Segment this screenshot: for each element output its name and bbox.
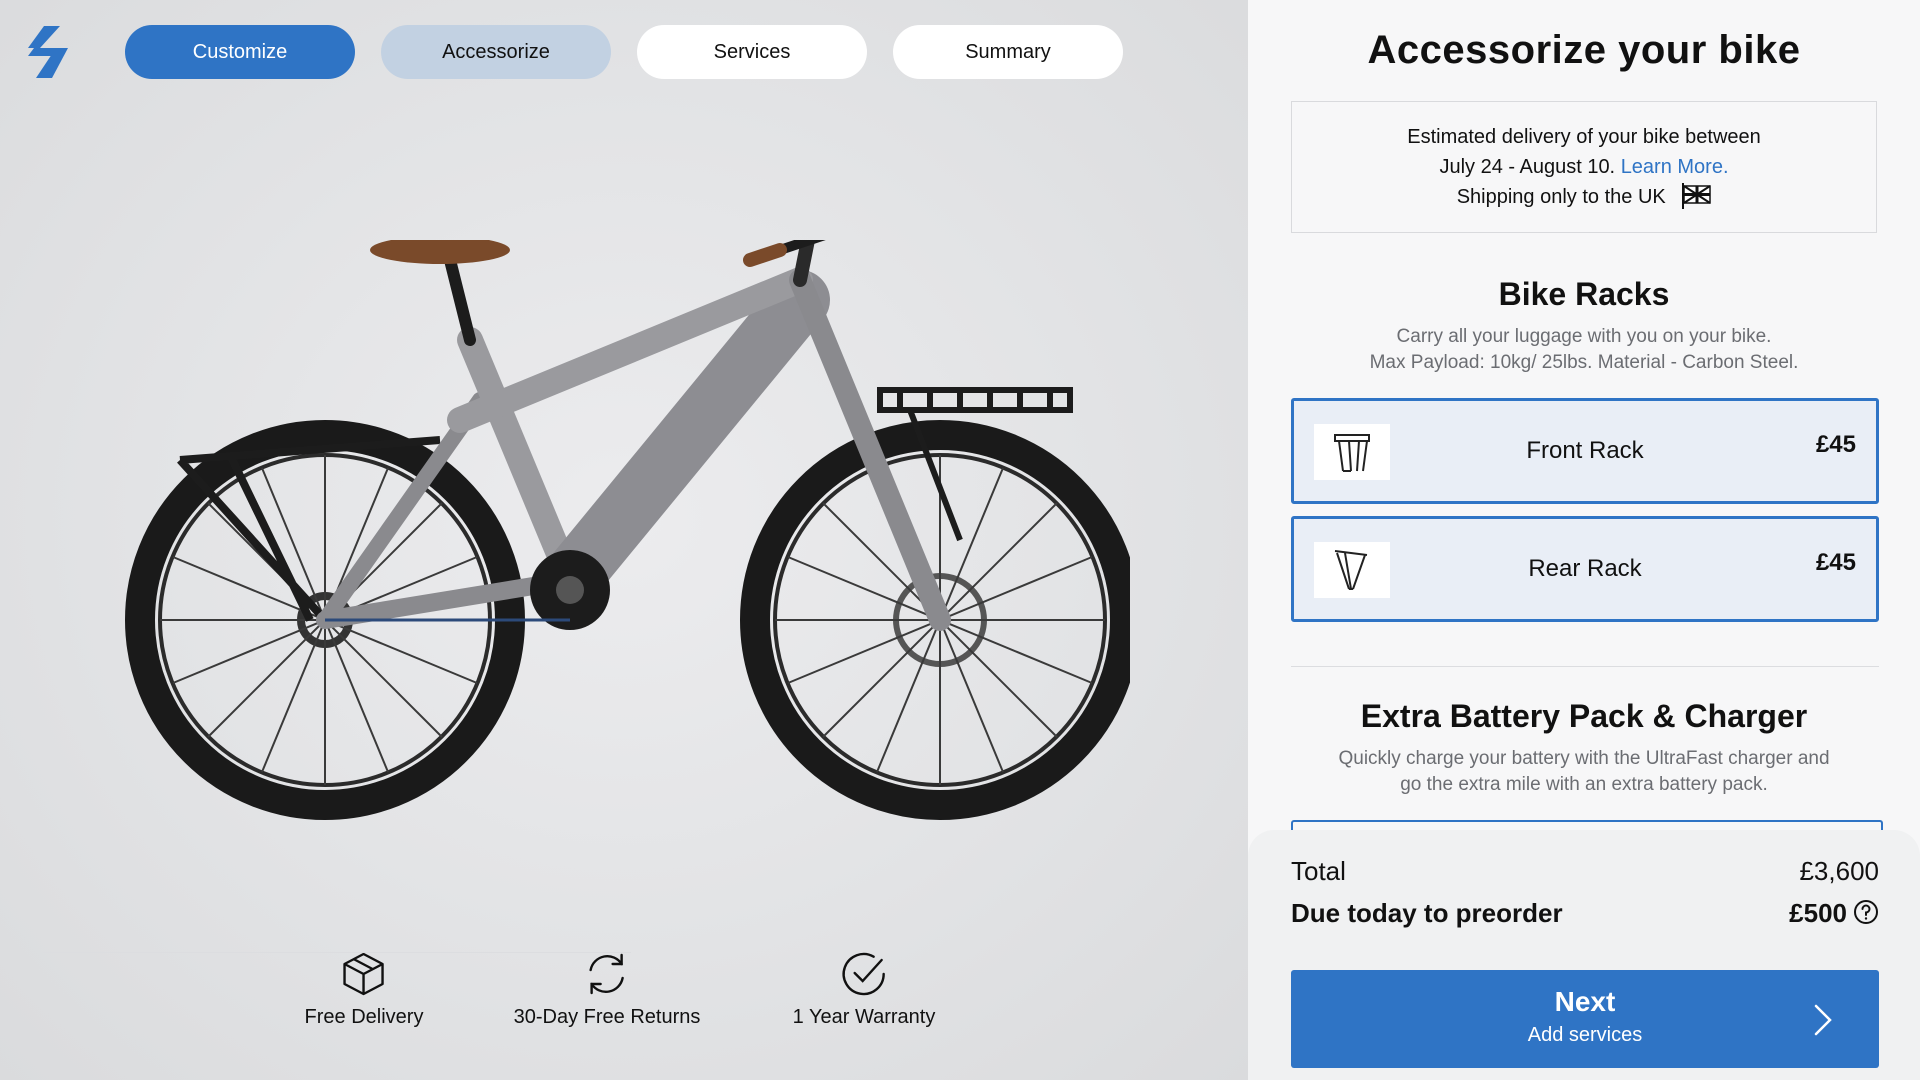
- learn-more-link[interactable]: Learn More.: [1621, 156, 1729, 178]
- total-label: Total: [1291, 856, 1346, 886]
- step-accessorize[interactable]: Accessorize: [381, 25, 611, 79]
- due-today-label: Due today to preorder: [1291, 898, 1563, 928]
- delivery-line-3: Shipping only to the UK: [1292, 182, 1876, 212]
- summary-divider: [43, 952, 631, 953]
- chevron-right-icon: [1814, 1004, 1832, 1036]
- step-services[interactable]: Services: [637, 25, 867, 79]
- perk-label: 30-Day Free Returns: [513, 1006, 701, 1028]
- perk-warranty: 1 Year Warranty: [792, 950, 936, 1029]
- battery-section-title: Extra Battery Pack & Charger: [1360, 698, 1808, 734]
- perk-free-returns: 30-Day Free Returns: [513, 950, 701, 1029]
- rack-name: Rear Rack: [1528, 555, 1642, 582]
- bike-preview-stage: Customize Accessorize Services Summary F…: [0, 0, 1248, 1080]
- due-today-value: £500: [1789, 898, 1847, 928]
- racks-desc-line-1: Carry all your luggage with you on your …: [1396, 326, 1772, 347]
- rack-price: £45: [1815, 431, 1856, 458]
- due-today-row: Due today to preorder £500: [1291, 898, 1879, 929]
- rack-price: £45: [1815, 549, 1856, 576]
- perk-free-delivery: Free Delivery: [304, 950, 424, 1029]
- help-icon[interactable]: [1853, 899, 1879, 925]
- battery-desc-line-1: Quickly charge your battery with the Ult…: [1338, 748, 1830, 769]
- delivery-dates: July 24 - August 10.: [1439, 156, 1616, 178]
- racks-desc-line-2: Max Payload: 10kg/ 25lbs. Material - Car…: [1369, 352, 1799, 373]
- delivery-line-1: Estimated delivery of your bike between: [1407, 126, 1761, 148]
- bike-frame: [316, 240, 951, 631]
- delivery-line-2: July 24 - August 10. Learn More.: [1292, 152, 1876, 182]
- rack-name: Front Rack: [1526, 437, 1644, 464]
- next-button-sublabel: Add services: [1527, 1024, 1643, 1046]
- perk-label: 1 Year Warranty: [792, 1006, 936, 1028]
- battery-desc-line-2: go the extra mile with an extra battery …: [1400, 774, 1768, 795]
- next-button-label: Next: [1554, 986, 1616, 1017]
- perk-label: Free Delivery: [304, 1006, 424, 1028]
- front-rack-option[interactable]: Front Rack £45: [1291, 398, 1879, 504]
- saddle: [370, 240, 510, 264]
- shipping-note: Shipping only to the UK: [1456, 186, 1666, 208]
- step-summary[interactable]: Summary: [893, 25, 1123, 79]
- box-icon: [343, 952, 385, 996]
- refresh-icon: [589, 953, 625, 995]
- due-today-amount: £500: [1789, 898, 1879, 929]
- racks-section-title: Bike Racks: [1498, 276, 1670, 312]
- section-divider: [1291, 666, 1879, 667]
- next-button[interactable]: Next Add services: [1291, 970, 1879, 1068]
- step-customize[interactable]: Customize: [125, 25, 355, 79]
- check-circle-icon: [842, 952, 886, 996]
- total-value: £3,600: [1799, 856, 1879, 886]
- page-title: Accessorize your bike: [1367, 28, 1801, 72]
- racks-section-desc: Carry all your luggage with you on your …: [1288, 324, 1880, 376]
- step-navigation: Customize Accessorize Services Summary: [125, 25, 1123, 79]
- brand-logo-icon[interactable]: [26, 26, 72, 78]
- battery-section-desc: Quickly charge your battery with the Ult…: [1288, 746, 1880, 798]
- uk-flag-icon: [1682, 183, 1712, 209]
- total-row: Total £3,600: [1291, 856, 1879, 887]
- delivery-info-box: Estimated delivery of your bike between …: [1291, 101, 1877, 233]
- rear-rack-option[interactable]: Rear Rack £45: [1291, 516, 1879, 622]
- bike-render[interactable]: [110, 240, 1130, 840]
